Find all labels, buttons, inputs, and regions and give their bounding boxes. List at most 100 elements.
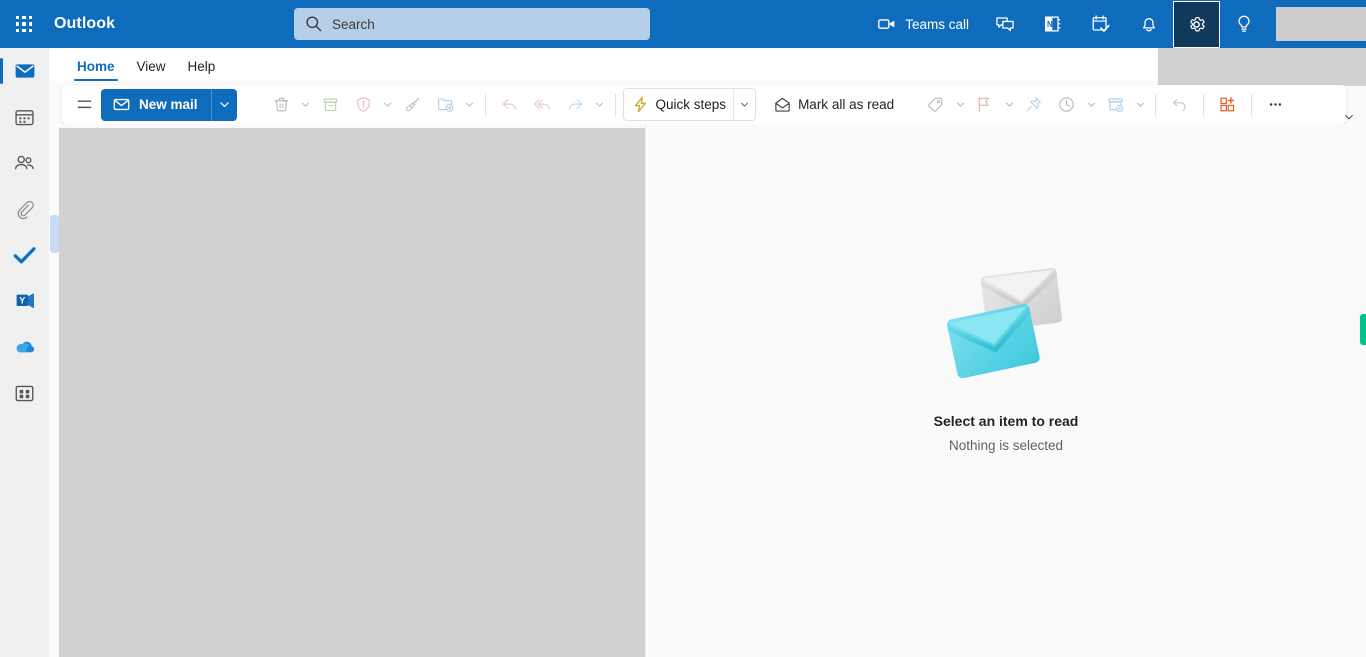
chevron-down-icon: [956, 102, 964, 107]
toolbar-divider: [484, 93, 486, 116]
delete-dropdown-caret[interactable]: [298, 90, 314, 120]
new-mail-button[interactable]: New mail: [101, 88, 211, 121]
sidebar-item-people[interactable]: [0, 140, 49, 186]
hamburger-menu-icon: [77, 100, 92, 109]
sidebar-item-files[interactable]: [0, 186, 49, 232]
search-icon: [306, 16, 322, 32]
app-launcher-button[interactable]: [0, 0, 48, 48]
forward-arrow-icon: [568, 99, 582, 110]
empty-state: Select an item to read Nothing is select…: [926, 259, 1086, 453]
categorize-button[interactable]: [919, 89, 952, 121]
pane-resize-handle[interactable]: [50, 215, 59, 253]
svg-text:Y: Y: [19, 295, 25, 305]
sidebar-item-yammer[interactable]: Y: [0, 278, 49, 324]
chevron-down-icon: [1087, 102, 1095, 107]
reply-button[interactable]: [493, 89, 526, 121]
bell-icon: [1143, 18, 1155, 32]
open-envelope-icon: [775, 97, 790, 112]
chevron-down-icon: [1005, 102, 1013, 107]
paperclip-icon: [17, 200, 34, 219]
onenote-button[interactable]: N: [1029, 0, 1077, 48]
add-apps-button[interactable]: [1211, 89, 1244, 121]
lightning-bolt-icon: [634, 96, 646, 113]
chevron-down-icon: [384, 102, 392, 107]
search-box[interactable]: Search: [294, 8, 650, 40]
app-brand-outlook[interactable]: Outlook: [54, 15, 115, 33]
top-app-bar: Outlook Search Teams call N: [0, 0, 1366, 48]
yammer-icon: Y: [16, 293, 34, 309]
delete-button[interactable]: [265, 89, 298, 121]
move-to-dropdown-caret[interactable]: [462, 90, 478, 120]
forward-dropdown-caret[interactable]: [592, 90, 608, 120]
chevron-down-icon: [741, 102, 749, 107]
onenote-icon: N: [1045, 16, 1061, 32]
teams-call-button[interactable]: Teams call: [866, 0, 981, 48]
notifications-button[interactable]: [1125, 0, 1173, 48]
chevron-down-icon: [302, 102, 310, 107]
feedback-tab[interactable]: [1360, 314, 1366, 345]
flag-icon: [978, 97, 989, 112]
chevron-down-icon: [466, 102, 474, 107]
tab-home[interactable]: Home: [66, 59, 126, 81]
mark-all-as-read-label: Mark all as read: [798, 97, 895, 112]
tab-view[interactable]: View: [126, 59, 177, 81]
top-bar-actions: Teams call N: [866, 0, 1366, 48]
tab-help[interactable]: Help: [177, 59, 227, 81]
avatar[interactable]: [1276, 7, 1366, 41]
envelope-icon: [113, 98, 130, 111]
sidebar-item-to-do[interactable]: [0, 232, 49, 278]
people-icon: [15, 155, 34, 169]
sidebar-item-calendar[interactable]: [0, 94, 49, 140]
search-placeholder: Search: [332, 16, 375, 32]
cloud-icon: [16, 341, 34, 353]
tips-button[interactable]: [1220, 0, 1268, 48]
pin-icon: [1026, 97, 1042, 112]
rules-button[interactable]: [1099, 89, 1132, 121]
move-to-button[interactable]: [429, 89, 462, 121]
mark-all-as-read-button[interactable]: Mark all as read: [766, 89, 901, 121]
quick-steps-dropdown-caret[interactable]: [733, 89, 755, 120]
report-junk-dropdown-caret[interactable]: [380, 90, 396, 120]
teams-chat-button[interactable]: [981, 0, 1029, 48]
ellipsis-icon: [1270, 103, 1282, 106]
snooze-dropdown-caret[interactable]: [1083, 90, 1099, 120]
sidebar-item-mail[interactable]: [0, 48, 49, 94]
archive-button[interactable]: [314, 89, 347, 121]
message-list-placeholder[interactable]: [59, 128, 645, 657]
report-junk-button[interactable]: [347, 89, 380, 121]
chevron-down-icon: [1345, 114, 1353, 120]
folder-arrow-icon: [437, 98, 453, 112]
flag-button[interactable]: [968, 89, 1001, 121]
clock-icon: [1059, 97, 1074, 112]
toolbar-divider: [1203, 93, 1205, 116]
more-commands-button[interactable]: [1259, 89, 1292, 121]
rules-mail-icon: [1108, 98, 1124, 113]
pin-button[interactable]: [1017, 89, 1050, 121]
new-mail-dropdown-button[interactable]: [210, 88, 237, 121]
folder-pane-toggle-button[interactable]: [68, 89, 101, 121]
quick-steps-button[interactable]: Quick steps: [624, 89, 734, 121]
apps-add-icon: [1220, 97, 1235, 112]
shield-alert-icon: [356, 97, 370, 112]
to-do-button[interactable]: [1077, 0, 1125, 48]
snooze-button[interactable]: [1050, 89, 1083, 121]
sidebar-item-onedrive[interactable]: [0, 324, 49, 370]
checkmark-icon: [13, 246, 36, 264]
forward-button[interactable]: [559, 89, 592, 121]
calendar-icon: [15, 109, 34, 125]
gear-icon: [1190, 16, 1205, 31]
sidebar-item-more-apps[interactable]: [0, 370, 49, 416]
settings-button[interactable]: [1173, 0, 1220, 48]
waffle-icon: [15, 15, 33, 33]
flag-dropdown-caret[interactable]: [1001, 90, 1017, 120]
sweep-button[interactable]: [396, 89, 429, 121]
reply-all-button[interactable]: [526, 89, 559, 121]
reply-all-arrow-icon: [533, 99, 550, 110]
archive-box-icon: [323, 98, 337, 112]
rules-dropdown-caret[interactable]: [1132, 90, 1148, 120]
toolbar-divider: [1251, 93, 1253, 116]
categorize-dropdown-caret[interactable]: [952, 90, 968, 120]
undo-button[interactable]: [1163, 89, 1196, 121]
empty-state-title: Select an item to read: [933, 412, 1079, 429]
svg-text:N: N: [1047, 20, 1053, 29]
